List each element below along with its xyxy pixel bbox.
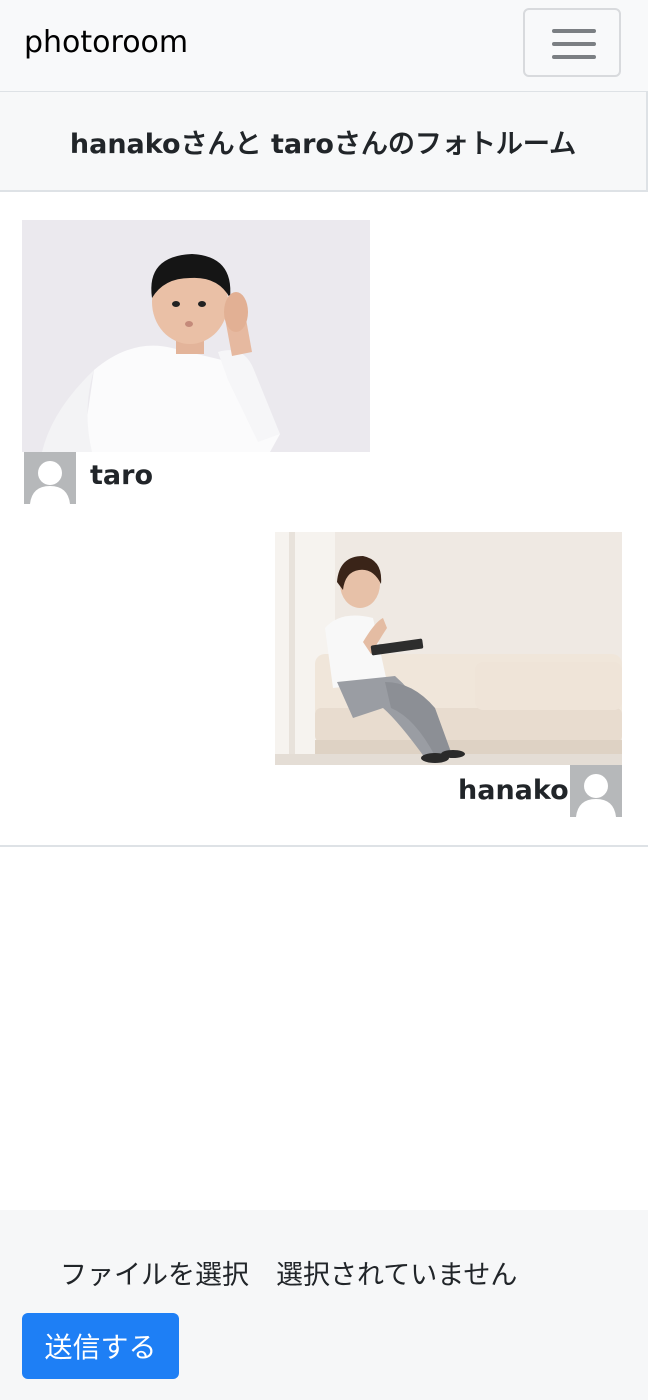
boy-listening-photo[interactable] xyxy=(22,220,370,452)
woman-on-sofa-photo[interactable] xyxy=(275,532,622,765)
menu-toggle-button[interactable] xyxy=(523,8,621,77)
file-select-button[interactable]: ファイルを選択 xyxy=(60,1256,249,1296)
room-title: hanakoさんと taroさんのフォトルーム xyxy=(69,128,577,160)
file-status-text: 選択されていません xyxy=(276,1260,518,1291)
navbar: photoroom xyxy=(0,0,648,92)
brand-link[interactable]: photoroom xyxy=(24,22,188,64)
message-username: taro xyxy=(90,460,153,491)
default-user-icon xyxy=(24,452,76,504)
hamburger-menu-icon xyxy=(552,29,596,33)
submit-button[interactable]: 送信する xyxy=(22,1313,179,1379)
hamburger-menu-icon-bar xyxy=(552,55,596,59)
avatar xyxy=(24,452,76,504)
upload-form: ファイルを選択 選択されていません 送信する xyxy=(0,1210,648,1400)
message-username: hanako xyxy=(458,775,569,806)
avatar xyxy=(570,765,622,817)
default-user-icon xyxy=(570,765,622,817)
message-item: hanako xyxy=(0,507,648,827)
hamburger-menu-icon-bar xyxy=(552,42,596,46)
message-list: taro hanako xyxy=(0,192,648,847)
message-item: taro xyxy=(0,192,648,507)
room-header: hanakoさんと taroさんのフォトルーム xyxy=(0,92,648,192)
